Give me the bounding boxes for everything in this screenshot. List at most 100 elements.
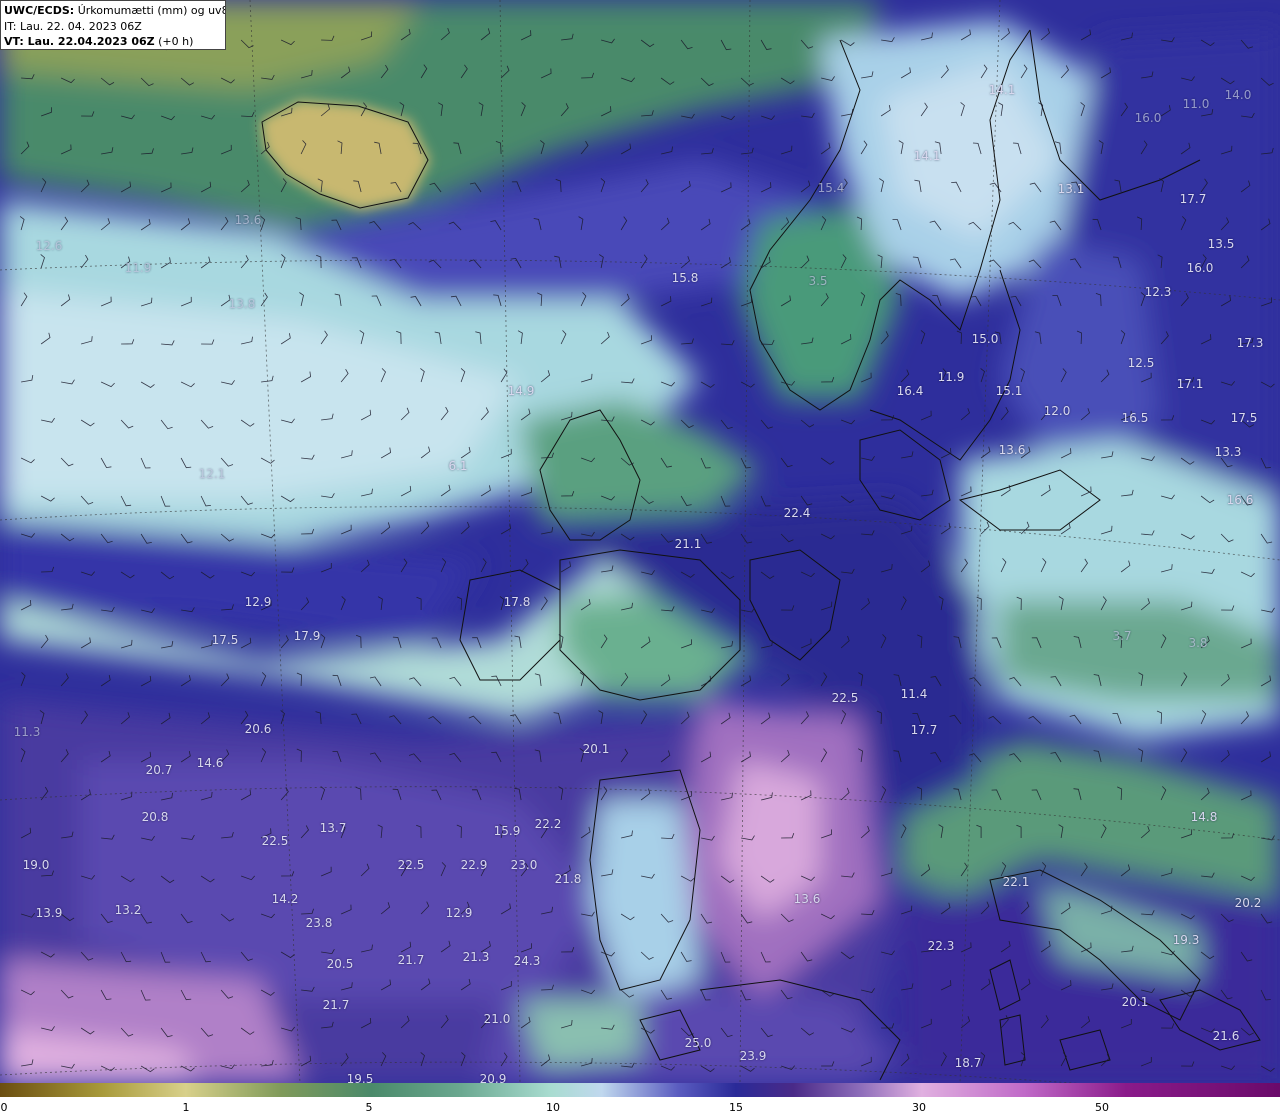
value-label: 16.0 — [1134, 111, 1162, 125]
value-label: 20.8 — [141, 810, 169, 824]
value-label: 21.7 — [397, 953, 425, 967]
colorbar-tick: 30 — [912, 1101, 926, 1114]
value-label: 13.6 — [998, 443, 1026, 457]
value-label: 12.3 — [1144, 285, 1172, 299]
value-label: 6.1 — [448, 459, 468, 473]
value-label: 13.6 — [234, 213, 262, 227]
colorbar-tick: 50 — [1095, 1101, 1109, 1114]
value-label: 21.7 — [322, 998, 350, 1012]
value-label: 20.1 — [582, 742, 610, 756]
value-label: 20.7 — [145, 763, 173, 777]
value-label: 19.3 — [1172, 933, 1200, 947]
value-label: 15.4 — [817, 181, 845, 195]
precipitable-water-map[interactable]: 14.1 11.0 14.0 16.0 14.1 15.4 13.1 17.7 … — [0, 0, 1280, 1083]
value-label: 11.4 — [900, 687, 928, 701]
title-description: Úrkomumætti (mm) og uv850. — [77, 4, 225, 17]
value-label: 25.0 — [684, 1036, 712, 1050]
value-label: 21.8 — [554, 872, 582, 886]
colorbar-tick: 0 — [0, 1101, 8, 1114]
value-label: 13.3 — [1214, 445, 1242, 459]
value-label: 20.2 — [1234, 896, 1262, 910]
value-label: 22.3 — [927, 939, 955, 953]
value-label: 3.5 — [808, 274, 828, 288]
value-label: 16.6 — [1226, 493, 1254, 507]
value-label: 13.1 — [1057, 182, 1085, 196]
value-label: 20.1 — [1121, 995, 1149, 1009]
value-label: 22.9 — [460, 858, 488, 872]
value-label: 22.4 — [783, 506, 811, 520]
value-label: 12.9 — [445, 906, 473, 920]
title-product: UWC/ECDS: — [4, 4, 75, 17]
colorbar-gradient — [0, 1083, 1280, 1097]
valid-time-line: VT: Lau. 22.04.2023 06Z (+0 h) — [4, 34, 225, 50]
value-label: 19.0 — [22, 858, 50, 872]
value-label: 17.1 — [1176, 377, 1204, 391]
value-label: 17.5 — [1230, 411, 1258, 425]
value-label: 14.0 — [1224, 88, 1252, 102]
value-label: 12.6 — [35, 239, 63, 253]
value-label: 14.8 — [1190, 810, 1218, 824]
value-label: 12.0 — [1043, 404, 1071, 418]
value-label: 17.7 — [910, 723, 938, 737]
value-label: 14.6 — [196, 756, 224, 770]
value-label: 13.9 — [35, 906, 63, 920]
value-label: 12.1 — [198, 467, 226, 481]
value-label: 13.5 — [1207, 237, 1235, 251]
value-label: 22.5 — [261, 834, 289, 848]
forecast-offset: (+0 h) — [154, 35, 194, 48]
value-label: 13.7 — [319, 821, 347, 835]
value-label: 13.6 — [793, 892, 821, 906]
value-label: 15.0 — [971, 332, 999, 346]
value-label: 22.5 — [397, 858, 425, 872]
value-label: 15.8 — [671, 271, 699, 285]
value-label: 3.8 — [1188, 636, 1208, 650]
colorbar-tick: 10 — [546, 1101, 560, 1114]
value-label: 19.5 — [346, 1072, 374, 1083]
value-label: 22.5 — [831, 691, 859, 705]
value-label: 16.0 — [1186, 261, 1214, 275]
map-canvas — [0, 0, 1280, 1083]
title-line: UWC/ECDS: Úrkomumætti (mm) og uv850. — [4, 3, 225, 19]
colorbar-tick: 5 — [365, 1101, 373, 1114]
valid-time: VT: Lau. 22.04.2023 06Z — [4, 35, 155, 48]
value-label: 17.9 — [293, 629, 321, 643]
value-label: 22.2 — [534, 817, 562, 831]
value-label: 21.0 — [483, 1012, 511, 1026]
value-label: 20.9 — [479, 1072, 507, 1083]
value-label: 20.5 — [326, 957, 354, 971]
value-label: 18.7 — [954, 1056, 982, 1070]
value-label: 11.9 — [937, 370, 965, 384]
value-label: 12.5 — [1127, 356, 1155, 370]
value-label: 12.9 — [244, 595, 272, 609]
value-label: 23.9 — [739, 1049, 767, 1063]
value-label: 23.0 — [510, 858, 538, 872]
value-label: 21.1 — [674, 537, 702, 551]
value-label: 11.9 — [124, 261, 152, 275]
value-label: 15.1 — [995, 384, 1023, 398]
value-label: 11.0 — [1182, 97, 1210, 111]
value-label: 17.7 — [1179, 192, 1207, 206]
value-label: 17.8 — [503, 595, 531, 609]
value-label: 13.8 — [228, 297, 256, 311]
value-label: 14.1 — [988, 83, 1016, 97]
info-box: UWC/ECDS: Úrkomumætti (mm) og uv850. IT:… — [0, 0, 226, 50]
value-label: 16.5 — [1121, 411, 1149, 425]
value-label: 23.8 — [305, 916, 333, 930]
value-label: 14.1 — [913, 149, 941, 163]
init-time: IT: Lau. 22. 04. 2023 06Z — [4, 19, 142, 33]
colorbar-tick: 15 — [729, 1101, 743, 1114]
value-label: 17.3 — [1236, 336, 1264, 350]
value-label: 21.3 — [462, 950, 490, 964]
value-label: 3.7 — [1112, 629, 1132, 643]
value-label: 24.3 — [513, 954, 541, 968]
value-label: 15.9 — [493, 824, 521, 838]
value-label: 21.6 — [1212, 1029, 1240, 1043]
value-label: 13.2 — [114, 903, 142, 917]
value-label: 14.2 — [271, 892, 299, 906]
colorbar: 0 1 5 10 15 30 50 — [0, 1083, 1280, 1115]
value-label: 14.9 — [507, 384, 535, 398]
value-label: 17.5 — [211, 633, 239, 647]
value-label: 22.1 — [1002, 875, 1030, 889]
value-label: 20.6 — [244, 722, 272, 736]
value-label: 16.4 — [896, 384, 924, 398]
